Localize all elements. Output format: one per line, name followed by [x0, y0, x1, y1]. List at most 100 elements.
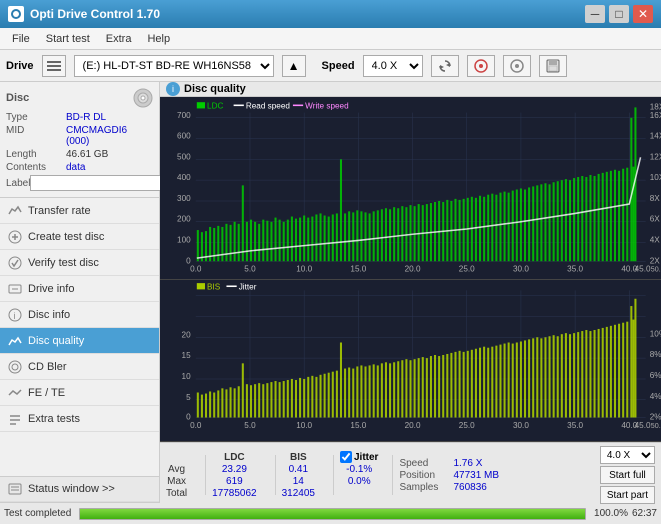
menu-start-test[interactable]: Start test — [38, 31, 98, 47]
sidebar-item-drive-info[interactable]: Drive info — [0, 276, 159, 302]
sidebar-item-extra-tests[interactable]: Extra tests — [0, 406, 159, 432]
svg-text:50.0 GB: 50.0 GB — [651, 421, 661, 430]
drive-label: Drive — [6, 60, 34, 72]
label-label: Label — [6, 178, 30, 189]
disc-action-button2[interactable] — [503, 55, 531, 77]
ldc-chart: 0 100 200 300 400 500 600 700 2X 4X 6X 8… — [160, 97, 661, 280]
speed-label: Speed — [399, 458, 449, 469]
start-part-button[interactable]: Start part — [600, 486, 655, 504]
verify-test-disc-icon — [8, 256, 22, 270]
speed-value: 1.76 X — [453, 458, 482, 469]
minimize-button[interactable]: ─ — [585, 5, 605, 23]
jitter-check-row: Jitter — [340, 451, 378, 463]
samples-label: Samples — [399, 482, 449, 493]
svg-text:8X: 8X — [650, 194, 660, 203]
contents-label: Contents — [6, 162, 66, 173]
type-value: BD-R DL — [66, 112, 106, 123]
speed-label: Speed — [322, 60, 355, 72]
bis-avg: 0.41 — [282, 464, 315, 475]
drive-select[interactable]: (E:) HL-DT-ST BD-RE WH16NS58 TST4 — [74, 55, 274, 77]
speed-select[interactable]: 4.0 XMAX1.0 X2.0 X — [363, 55, 423, 77]
svg-text:20: 20 — [182, 330, 191, 339]
ldc-chart-svg: 0 100 200 300 400 500 600 700 2X 4X 6X 8… — [160, 97, 661, 279]
menu-help[interactable]: Help — [139, 31, 178, 47]
type-label: Type — [6, 112, 66, 123]
eject-button[interactable]: ▲ — [282, 55, 306, 77]
stats-speed-select[interactable]: 4.0 X — [600, 446, 655, 464]
speed-select-buttons: 4.0 X Start full Start part — [600, 446, 655, 504]
sidebar: Disc Type BD-R DL MID CMCMAGDI6 (000) Le… — [0, 82, 160, 502]
title-bar-left: Opti Drive Control 1.70 — [8, 6, 160, 22]
svg-text:20.0: 20.0 — [405, 265, 421, 274]
sidebar-item-cd-bler[interactable]: CD Bler — [0, 354, 159, 380]
sidebar-item-disc-quality[interactable]: Disc quality — [0, 328, 159, 354]
mid-value: CMCMAGDI6 (000) — [66, 125, 153, 147]
ldc-total: 17785062 — [212, 488, 257, 499]
svg-text:700: 700 — [177, 111, 191, 120]
ldc-max: 619 — [212, 476, 257, 487]
jitter-header: Jitter — [354, 452, 378, 463]
elapsed-time: 62:37 — [632, 508, 657, 519]
svg-text:18X: 18X — [650, 102, 661, 111]
extra-tests-icon — [8, 412, 22, 426]
start-full-button[interactable]: Start full — [600, 466, 655, 484]
disc-quality-icon — [8, 334, 22, 348]
svg-text:10.0: 10.0 — [296, 265, 312, 274]
length-label: Length — [6, 149, 66, 160]
progress-percent: 100.0% — [594, 508, 628, 519]
menu-file[interactable]: File — [4, 31, 38, 47]
svg-text:Read speed: Read speed — [246, 101, 290, 110]
disc-mid-row: MID CMCMAGDI6 (000) — [6, 125, 153, 147]
sidebar-item-disc-info[interactable]: i Disc info — [0, 302, 159, 328]
nav-label-verify-test-disc: Verify test disc — [28, 257, 99, 269]
close-button[interactable]: ✕ — [633, 5, 653, 23]
menu-extra[interactable]: Extra — [98, 31, 140, 47]
save-button[interactable] — [539, 55, 567, 77]
disc-panel: Disc Type BD-R DL MID CMCMAGDI6 (000) Le… — [0, 82, 159, 198]
sidebar-item-create-test-disc[interactable]: Create test disc — [0, 224, 159, 250]
svg-text:10: 10 — [182, 372, 191, 381]
maximize-button[interactable]: □ — [609, 5, 629, 23]
svg-text:100: 100 — [177, 235, 191, 244]
svg-text:20.0: 20.0 — [405, 421, 421, 430]
refresh-button[interactable] — [431, 55, 459, 77]
main-layout: Disc Type BD-R DL MID CMCMAGDI6 (000) Le… — [0, 82, 661, 502]
svg-text:25.0: 25.0 — [459, 265, 475, 274]
nav-label-cd-bler: CD Bler — [28, 361, 67, 373]
nav-label-drive-info: Drive info — [28, 283, 74, 295]
svg-text:30.0: 30.0 — [513, 265, 529, 274]
svg-text:BIS: BIS — [207, 282, 221, 291]
svg-text:45.0: 45.0 — [635, 421, 651, 430]
jitter-max: 0.0% — [340, 476, 378, 487]
disc-length-row: Length 46.61 GB — [6, 149, 153, 160]
svg-text:45.0: 45.0 — [635, 265, 651, 274]
app-icon — [8, 6, 24, 22]
label-row: Label ✎ — [6, 175, 153, 191]
label-input[interactable] — [30, 175, 168, 191]
disc-type-row: Type BD-R DL — [6, 112, 153, 123]
title-bar: Opti Drive Control 1.70 ─ □ ✕ — [0, 0, 661, 28]
svg-text:0.0: 0.0 — [190, 265, 202, 274]
svg-text:5.0: 5.0 — [244, 421, 256, 430]
disc-action-button1[interactable] — [467, 55, 495, 77]
status-window-label: Status window >> — [28, 483, 115, 495]
jitter-checkbox[interactable] — [340, 451, 352, 463]
nav-label-create-test-disc: Create test disc — [28, 231, 104, 243]
sidebar-item-fe-te[interactable]: FE / TE — [0, 380, 159, 406]
sidebar-item-transfer-rate[interactable]: Transfer rate — [0, 198, 159, 224]
svg-text:15.0: 15.0 — [350, 421, 366, 430]
svg-text:10.0: 10.0 — [296, 421, 312, 430]
drive-open-button[interactable] — [42, 55, 66, 77]
disc-info-icon: i — [8, 308, 22, 322]
window-controls: ─ □ ✕ — [585, 5, 653, 23]
content-panel: i Disc quality — [160, 82, 661, 502]
stats-divider-2 — [275, 455, 276, 495]
nav-label-disc-quality: Disc quality — [28, 335, 84, 347]
status-window-icon — [8, 482, 22, 496]
create-test-disc-icon — [8, 230, 22, 244]
contents-value: data — [66, 162, 85, 173]
empty-header — [166, 452, 187, 463]
sidebar-item-verify-test-disc[interactable]: Verify test disc — [0, 250, 159, 276]
status-window-button[interactable]: Status window >> — [0, 476, 159, 502]
mid-label: MID — [6, 125, 66, 147]
